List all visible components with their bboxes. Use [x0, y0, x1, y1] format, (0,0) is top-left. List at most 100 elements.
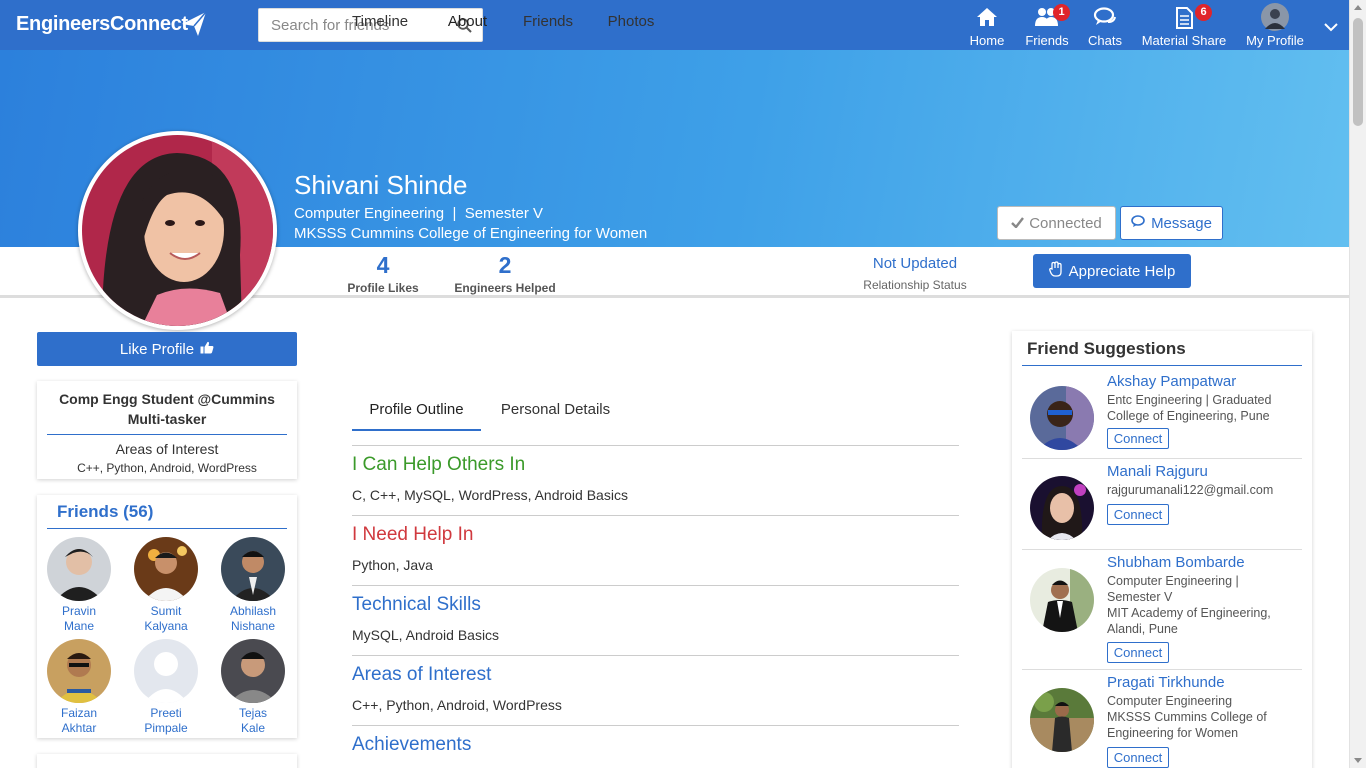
profile-college: MKSSS Cummins College of Engineering for…: [294, 225, 648, 242]
divider: [352, 655, 959, 656]
message-button[interactable]: Message: [1120, 206, 1223, 240]
suggestion-detail-line: College of Engineering, Pune: [1107, 409, 1270, 423]
friend-item[interactable]: Preeti Pimpale: [126, 639, 206, 736]
connect-button[interactable]: Connect: [1107, 428, 1169, 449]
friend-first-name: Tejas: [238, 706, 267, 720]
profile-semester: Semester V: [464, 205, 544, 222]
material-badge: 6: [1195, 4, 1212, 21]
suggestion-details: Computer Engineering MKSSS Cummins Colle…: [1107, 693, 1297, 741]
stat-profile-likes: 4 Profile Likes: [342, 252, 424, 295]
friend-first-name: Faizan: [60, 706, 98, 720]
profile-likes-caption: Profile Likes: [347, 281, 419, 295]
suggestion-item: Akshay Pampatwar Entc Engineering | Grad…: [1022, 373, 1302, 459]
profile-likes-count: 4: [376, 252, 390, 278]
friend-last-name: Kalyana: [144, 619, 188, 633]
page-scrollbar[interactable]: [1349, 0, 1366, 768]
divider: [352, 585, 959, 586]
friends-title[interactable]: Friends (56): [57, 502, 153, 522]
relationship-caption: Relationship Status: [863, 278, 967, 292]
suggestion-avatar[interactable]: [1030, 688, 1094, 752]
appreciate-help-label: Appreciate Help: [1068, 262, 1176, 280]
friend-item[interactable]: Sumit Kalyana: [126, 537, 206, 634]
connected-label: Connected: [1029, 214, 1102, 232]
nav-material-share[interactable]: 6 Material Share: [1139, 0, 1229, 50]
friend-last-name: Kale: [240, 721, 266, 735]
suggestion-details: Computer Engineering | Semester V MIT Ac…: [1107, 573, 1297, 637]
suggestion-details: Entc Engineering | Graduated College of …: [1107, 392, 1297, 424]
logo[interactable]: EngineersConnect: [16, 13, 188, 36]
suggestion-detail-line: Entc Engineering | Graduated: [1107, 393, 1272, 407]
like-profile-label: Like Profile: [119, 340, 195, 358]
profile-branch: Computer Engineering: [294, 205, 445, 222]
subtab-profile-outline[interactable]: Profile Outline: [352, 389, 481, 431]
suggestion-avatar[interactable]: [1030, 568, 1094, 632]
connect-button[interactable]: Connect: [1107, 642, 1169, 663]
connect-button[interactable]: Connect: [1107, 504, 1169, 525]
friend-item[interactable]: Faizan Akhtar: [39, 639, 119, 736]
profile-avatar[interactable]: [78, 131, 277, 330]
nav-home-label: Home: [969, 33, 1005, 48]
stat-engineers-helped: 2 Engineers Helped: [450, 252, 560, 295]
scroll-down-arrow-icon[interactable]: [1354, 758, 1362, 763]
friend-first-name: Preeti: [150, 706, 182, 720]
friend-first-name: Abhilash: [229, 604, 277, 618]
nav-friends-label: Friends: [1025, 33, 1069, 48]
avatar: [1261, 3, 1289, 34]
divider: [352, 445, 959, 446]
friend-item[interactable]: Tejas Kale: [213, 639, 293, 736]
appreciate-help-button[interactable]: Appreciate Help: [1033, 254, 1191, 288]
friend-suggestions-card: Friend Suggestions Akshay Pampatwar Entc…: [1012, 331, 1312, 768]
suggestions-title: Friend Suggestions: [1027, 339, 1186, 358]
friend-avatar: [134, 537, 198, 601]
scroll-up-arrow-icon[interactable]: [1354, 5, 1362, 10]
friend-last-name: Akhtar: [61, 721, 97, 735]
top-navbar: EngineersConnect Home 1 Friends Chats 6 …: [0, 0, 1349, 50]
suggestion-detail-line: Engineering for Women: [1107, 726, 1239, 740]
section-title-can-help: I Can Help Others In: [352, 454, 526, 475]
next-card: [37, 754, 297, 768]
suggestion-detail-line: Computer Engineering: [1107, 694, 1233, 708]
suggestion-name[interactable]: Shubham Bombarde: [1107, 554, 1245, 571]
like-profile-button[interactable]: Like Profile: [37, 332, 297, 366]
profile-name: Shivani Shinde: [294, 170, 468, 200]
friend-last-name: Nishane: [230, 619, 276, 633]
section-title-technical-skills: Technical Skills: [352, 594, 481, 615]
divider: [352, 725, 959, 726]
tab-timeline[interactable]: Timeline: [352, 0, 414, 44]
nav-home[interactable]: Home: [962, 0, 1012, 50]
nav-my-profile[interactable]: My Profile: [1243, 0, 1307, 50]
tab-photos[interactable]: Photos: [605, 0, 657, 44]
connected-button[interactable]: Connected: [997, 206, 1116, 240]
friend-item[interactable]: Abhilash Nishane: [213, 537, 293, 634]
suggestion-detail-line: Alandi, Pune: [1107, 622, 1178, 636]
default-avatar-icon: [134, 639, 198, 703]
tab-friends[interactable]: Friends: [521, 0, 575, 44]
friend-name: Faizan Akhtar: [39, 706, 119, 736]
suggestion-item: Shubham Bombarde Computer Engineering | …: [1022, 550, 1302, 670]
suggestion-avatar[interactable]: [1030, 476, 1094, 540]
section-body-technical-skills: MySQL, Android Basics: [352, 627, 500, 643]
connect-button[interactable]: Connect: [1107, 747, 1169, 768]
suggestion-detail-line: Computer Engineering |: [1107, 574, 1239, 588]
subtab-personal-details[interactable]: Personal Details: [498, 389, 613, 431]
friend-name: Tejas Kale: [213, 706, 293, 736]
chat-bubble-icon: [1131, 214, 1146, 232]
bio-headline: Comp Engg Student @Cummins Multi-tasker: [37, 381, 297, 429]
suggestion-name[interactable]: Pragati Tirkhunde: [1107, 674, 1225, 691]
friend-name: Abhilash Nishane: [213, 604, 293, 634]
document-icon: [1175, 7, 1193, 32]
suggestion-avatar[interactable]: [1030, 386, 1094, 450]
suggestion-name[interactable]: Akshay Pampatwar: [1107, 373, 1236, 390]
nav-friends[interactable]: 1 Friends: [1021, 0, 1073, 50]
friend-name: Pravin Mane: [39, 604, 119, 634]
bio-interest-value: C++, Python, Android, WordPress: [77, 461, 257, 475]
friend-item[interactable]: Pravin Mane: [39, 537, 119, 634]
divider: [47, 434, 287, 435]
suggestion-name[interactable]: Manali Rajguru: [1107, 463, 1208, 480]
chevron-down-icon[interactable]: [1324, 19, 1338, 37]
check-icon: [1011, 215, 1025, 232]
section-body-need-help: Python, Java: [352, 557, 433, 573]
nav-chats[interactable]: Chats: [1083, 0, 1127, 50]
scrollbar-thumb[interactable]: [1353, 18, 1363, 126]
tab-about[interactable]: About: [431, 0, 504, 44]
